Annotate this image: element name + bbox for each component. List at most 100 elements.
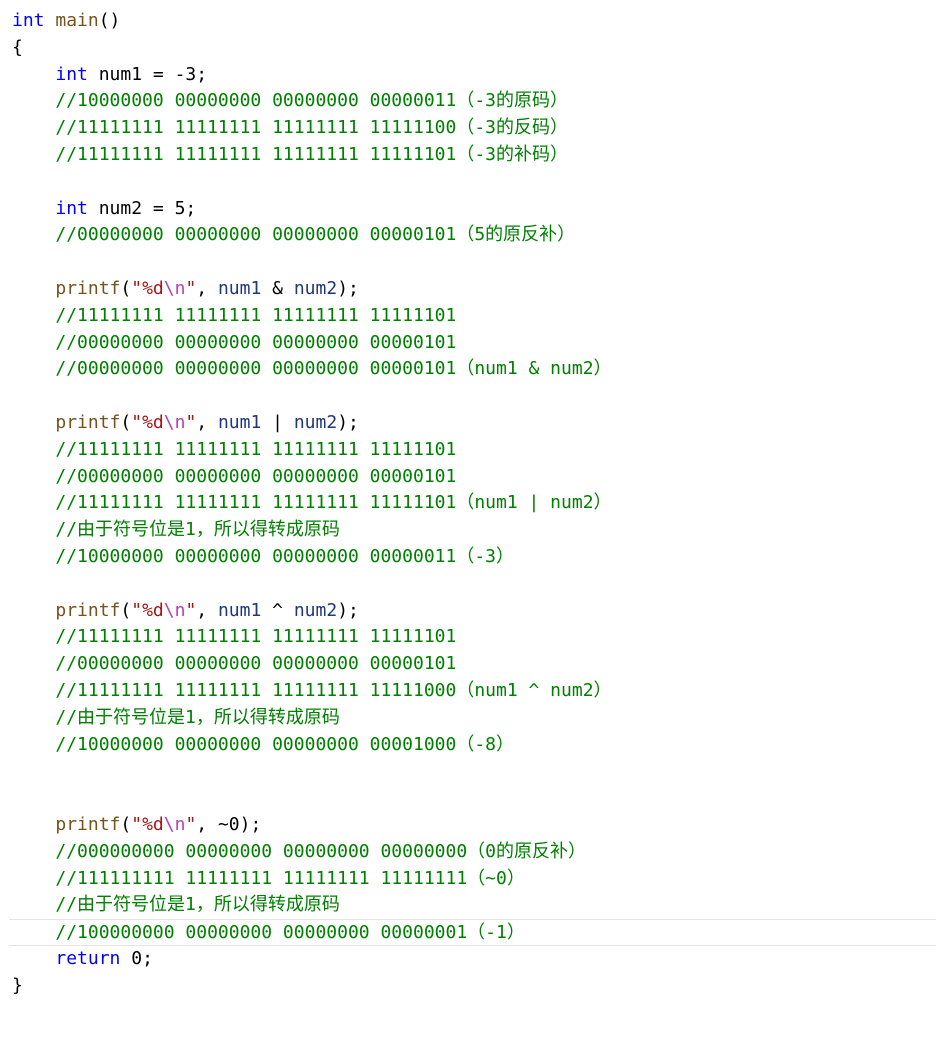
code-line[interactable]: //11111111 11111111 11111111 11111101 [0,303,936,330]
code-variable: num1 [217,412,262,433]
code-text: num1 = -3; [87,63,208,85]
code-line[interactable] [0,169,936,196]
code-comment: //11111111 11111111 11111111 11111000（nu… [55,680,612,701]
code-text: | [261,412,294,433]
code-variable: num2 [293,412,338,433]
code-line[interactable]: //00000000 00000000 00000000 00000101（5的… [0,222,936,249]
code-comment: //由于符号位是1，所以得转成原码 [55,894,340,916]
code-text: () [98,10,121,31]
code-function: main [55,10,99,31]
code-keyword: int [55,63,88,85]
code-line[interactable]: //111111111 11111111 11111111 11111111（~… [0,866,936,893]
current-code-line[interactable]: //100000000 00000000 00000000 00000001（-… [9,919,936,946]
code-comment: //00000000 00000000 00000000 00000101（5的… [55,224,576,246]
code-comment: //由于符号位是1，所以得转成原码 [55,706,340,728]
code-line[interactable]: return 0; [0,946,936,973]
code-line[interactable] [0,249,936,276]
code-text: 0; [120,948,153,969]
code-line[interactable] [0,758,936,785]
code-text: ( [120,814,132,835]
code-variable: num2 [293,278,338,299]
code-line[interactable]: } [0,973,936,1000]
code-line[interactable]: //00000000 00000000 00000000 00000101 [0,330,936,357]
code-comment: //10000000 00000000 00000000 00001000（-8… [55,733,514,755]
code-string: "%d [131,278,164,299]
code-line[interactable]: //10000000 00000000 00000000 00000011（-3… [0,88,936,115]
code-string: "%d [131,814,164,835]
code-line[interactable]: printf("%d\n", num1 | num2); [0,410,936,437]
code-comment: //000000000 00000000 00000000 00000000（0… [55,840,586,862]
code-line[interactable]: //11111111 11111111 11111111 11111101（-3… [0,142,936,169]
code-line[interactable]: //00000000 00000000 00000000 00000101 [0,651,936,678]
code-string: "%d [131,599,164,621]
code-line[interactable]: //000000000 00000000 00000000 00000000（0… [0,839,936,866]
code-comment: //00000000 00000000 00000000 00000101 [55,465,457,487]
code-comment: //11111111 11111111 11111111 11111101 [55,438,457,460]
code-function: printf [55,814,121,835]
code-line[interactable] [0,785,936,812]
code-text: ^ [261,599,294,621]
code-line[interactable]: //11111111 11111111 11111111 11111101 [0,437,936,464]
code-text: , [196,278,218,299]
code-text: , [196,599,218,621]
code-keyword: int [55,197,88,219]
code-comment: //10000000 00000000 00000000 00000011（-3… [55,546,514,567]
code-text: { [12,36,23,58]
code-escape: \n [163,814,186,835]
code-line[interactable] [0,383,936,410]
code-editor[interactable]: int main(){ int num1 = -3; //10000000 00… [0,0,936,1058]
code-line[interactable]: printf("%d\n", num1 & num2); [0,276,936,303]
code-line[interactable]: //00000000 00000000 00000000 00000101（nu… [0,356,936,383]
code-text: ); [337,599,359,621]
code-line[interactable]: int num2 = 5; [0,196,936,223]
code-line[interactable]: //11111111 11111111 11111111 11111101（nu… [0,490,936,517]
code-function: printf [55,412,121,433]
code-keyword: int [12,10,45,31]
code-line[interactable]: //11111111 11111111 11111111 11111000（nu… [0,678,936,705]
code-line[interactable]: int main() [0,8,936,35]
code-line[interactable]: //11111111 11111111 11111111 11111100（-3… [0,115,936,142]
code-variable: num2 [293,599,338,621]
code-line[interactable]: //10000000 00000000 00000000 00001000（-8… [0,732,936,759]
code-comment: //由于符号位是1，所以得转成原码 [55,519,340,541]
code-comment: //100000000 00000000 00000000 00000001（-… [55,922,525,944]
code-function: printf [55,599,121,621]
code-line[interactable]: //由于符号位是1，所以得转成原码 [0,705,936,732]
code-line[interactable]: //00000000 00000000 00000000 00000101 [0,464,936,491]
code-text: , ~0); [196,814,262,835]
code-variable: num1 [217,278,262,299]
code-line[interactable]: //由于符号位是1，所以得转成原码 [0,892,936,919]
code-text: ( [120,412,132,433]
code-text: , [196,412,218,433]
code-line[interactable]: //由于符号位是1，所以得转成原码 [0,517,936,544]
code-text: ( [120,278,132,299]
code-line[interactable]: //10000000 00000000 00000000 00000011（-3… [0,544,936,571]
code-line[interactable]: { [0,35,936,62]
code-line[interactable]: //11111111 11111111 11111111 11111101 [0,624,936,651]
code-line[interactable] [0,571,936,598]
code-line[interactable]: printf("%d\n", ~0); [0,812,936,839]
code-escape: \n [163,599,186,621]
code-line[interactable]: printf("%d\n", num1 ^ num2); [0,598,936,625]
code-line[interactable]: int num1 = -3; [0,62,936,89]
